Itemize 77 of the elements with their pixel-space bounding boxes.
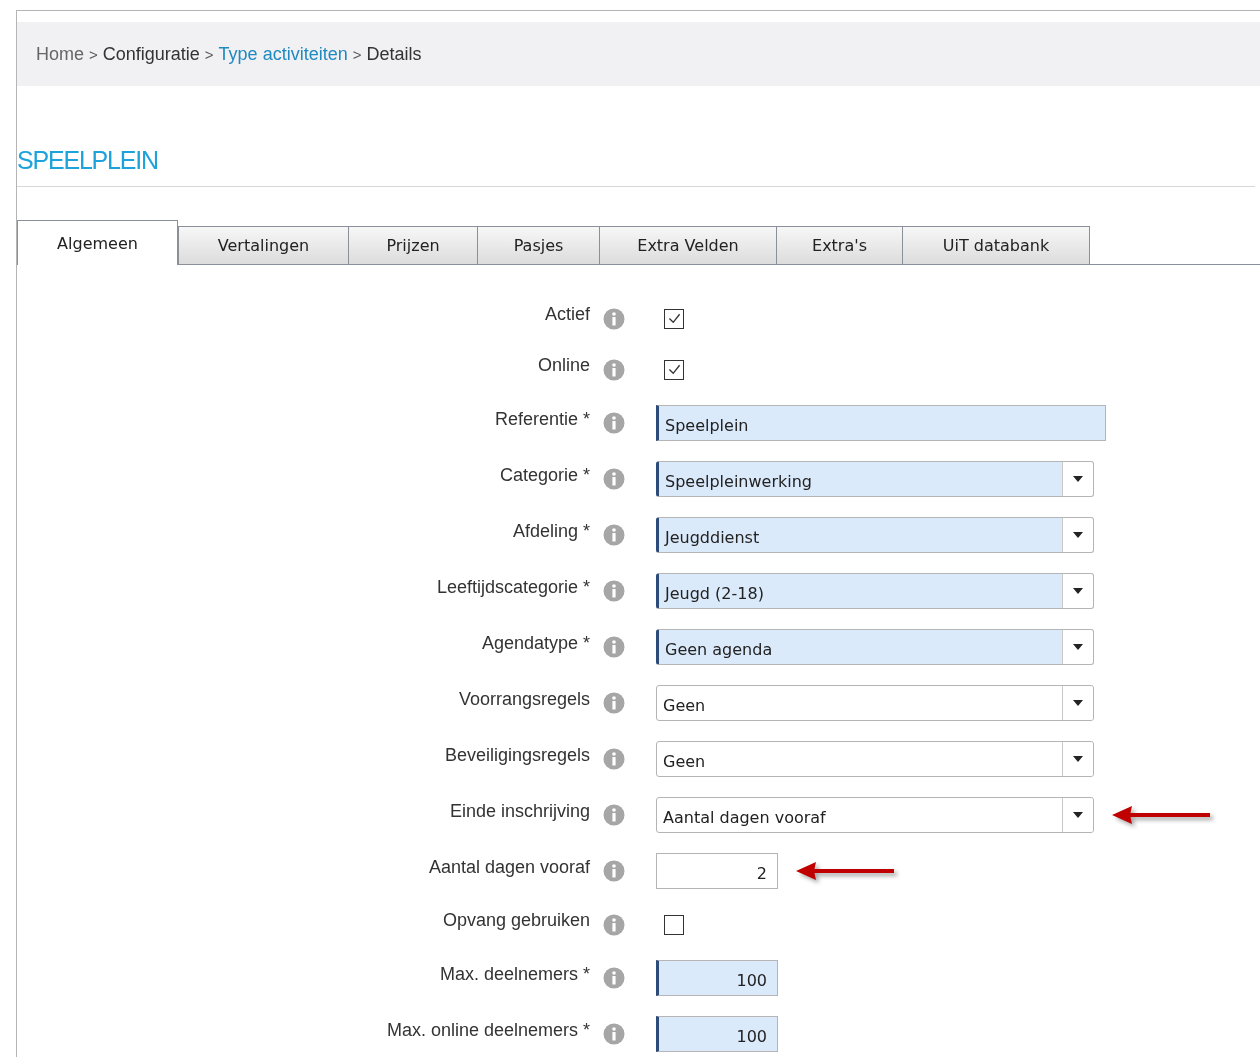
info-icon [603, 804, 625, 826]
page-title: SPEELPLEIN [17, 142, 1255, 187]
dropdown-value: Geen agenda [664, 639, 774, 661]
caret-icon [1073, 644, 1083, 650]
dropdown-value: Speelpleinwerking [664, 471, 813, 493]
dropdown-button[interactable] [1062, 462, 1093, 496]
input-field[interactable]: 100 [656, 1016, 778, 1052]
dropdown[interactable]: Aantal dagen vooraf [656, 797, 1094, 833]
dropdown[interactable]: Jeugddienst [656, 517, 1094, 553]
info-icon [603, 358, 625, 381]
field-label: Beveiligingsregels [443, 744, 590, 766]
info-icon [603, 748, 625, 770]
dropdown-button[interactable] [1062, 630, 1093, 664]
breadcrumb-link[interactable]: Home [36, 43, 84, 65]
field-label: Afdeling * [511, 520, 590, 542]
checkbox[interactable] [664, 359, 684, 380]
field-label: Max. deelnemers * [438, 963, 590, 985]
breadcrumb-separator: > [204, 45, 214, 63]
info-icon [603, 580, 625, 602]
field-label: Agendatype * [480, 632, 590, 654]
dropdown-button[interactable] [1062, 518, 1093, 552]
dropdown-value: Jeugddienst [663, 527, 761, 549]
tab[interactable]: Algemeen [17, 220, 178, 265]
input-field[interactable]: 2 [656, 853, 778, 889]
tab[interactable]: Pasjes [477, 226, 599, 265]
info-icon [603, 967, 625, 989]
caret-icon [1073, 812, 1083, 818]
caret-icon [1073, 532, 1083, 538]
dropdown[interactable]: Geen [656, 741, 1094, 777]
breadcrumb-item: Details [366, 43, 422, 65]
tab[interactable]: UiT databank [902, 226, 1090, 265]
info-icon [603, 468, 625, 490]
checkbox[interactable] [664, 308, 684, 329]
field-label: Leeftijdscategorie * [435, 576, 590, 598]
dropdown[interactable]: Speelpleinwerking [656, 461, 1094, 497]
breadcrumb-separator: > [89, 45, 98, 63]
breadcrumb-separator: > [352, 45, 362, 63]
tab[interactable]: Vertalingen [178, 226, 348, 265]
field-label: Online [536, 355, 590, 376]
info-icon [603, 692, 625, 714]
field-label: Aantal dagen vooraf [427, 856, 590, 878]
info-icon [603, 860, 625, 882]
dropdown-button[interactable] [1062, 742, 1093, 776]
dropdown-value: Geen [662, 695, 707, 717]
dropdown-value: Aantal dagen vooraf [662, 807, 827, 829]
dropdown[interactable]: Jeugd (2-18) [656, 573, 1094, 609]
info-icon [603, 524, 625, 546]
dropdown-button[interactable] [1062, 574, 1093, 608]
dropdown-button[interactable] [1062, 798, 1093, 832]
field-label: Einde inschrijving [448, 800, 590, 822]
checkbox[interactable] [664, 914, 684, 935]
tab[interactable]: Prijzen [348, 226, 477, 265]
dropdown[interactable]: Geen agenda [656, 629, 1094, 665]
info-icon [603, 307, 625, 330]
input-field[interactable]: 100 [656, 960, 778, 996]
field-label: Max. online deelnemers * [385, 1019, 590, 1041]
info-icon [603, 1023, 625, 1045]
input-field[interactable]: Speelplein [656, 405, 1106, 441]
info-icon [603, 636, 625, 658]
tab[interactable]: Extra Velden [599, 226, 776, 265]
caret-icon [1073, 476, 1083, 482]
field-label: Voorrangsregels [457, 688, 590, 710]
tab[interactable]: Extra's [776, 226, 902, 265]
dropdown-value: Jeugd (2-18) [663, 583, 765, 605]
field-label: Referentie * [493, 408, 590, 430]
caret-icon [1073, 588, 1083, 594]
dropdown-value: Geen [662, 751, 707, 773]
field-label: Actief [543, 304, 590, 325]
breadcrumb-item: Configuratie [102, 43, 200, 65]
caret-icon [1073, 700, 1083, 706]
info-icon [603, 913, 625, 936]
field-label: Opvang gebruiken [441, 910, 590, 931]
dropdown[interactable]: Geen [656, 685, 1094, 721]
caret-icon [1073, 756, 1083, 762]
field-label: Categorie * [498, 464, 590, 486]
dropdown-button[interactable] [1062, 686, 1093, 720]
info-icon [603, 412, 625, 434]
